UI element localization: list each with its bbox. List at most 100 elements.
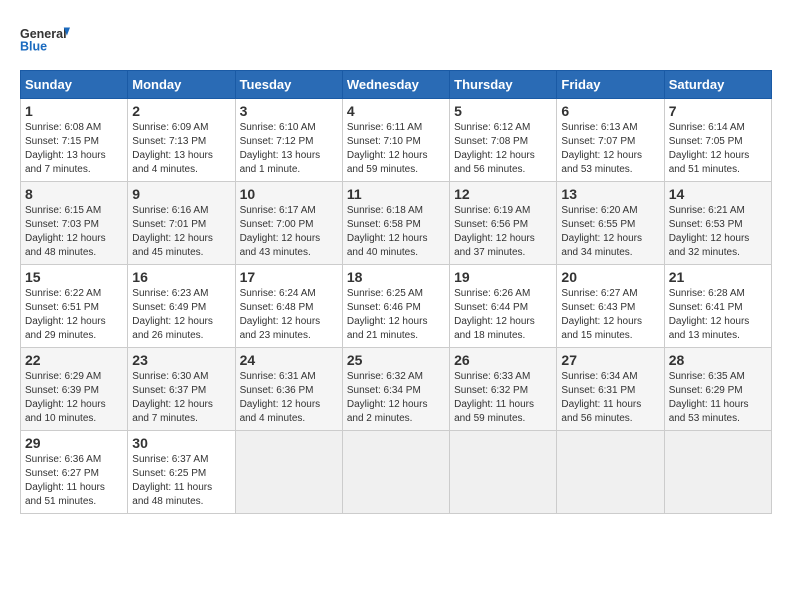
day-cell: 8 Sunrise: 6:15 AMSunset: 7:03 PMDayligh… bbox=[21, 182, 128, 265]
day-number: 28 bbox=[669, 352, 767, 368]
day-detail: Sunrise: 6:15 AMSunset: 7:03 PMDaylight:… bbox=[25, 205, 106, 258]
day-detail: Sunrise: 6:27 AMSunset: 6:43 PMDaylight:… bbox=[561, 288, 642, 341]
day-number: 4 bbox=[347, 103, 445, 119]
day-detail: Sunrise: 6:10 AMSunset: 7:12 PMDaylight:… bbox=[240, 122, 321, 175]
day-number: 9 bbox=[132, 186, 230, 202]
day-header-monday: Monday bbox=[128, 71, 235, 99]
day-detail: Sunrise: 6:32 AMSunset: 6:34 PMDaylight:… bbox=[347, 371, 428, 424]
day-detail: Sunrise: 6:30 AMSunset: 6:37 PMDaylight:… bbox=[132, 371, 213, 424]
day-detail: Sunrise: 6:28 AMSunset: 6:41 PMDaylight:… bbox=[669, 288, 750, 341]
day-cell bbox=[450, 431, 557, 514]
day-number: 6 bbox=[561, 103, 659, 119]
day-cell: 30 Sunrise: 6:37 AMSunset: 6:25 PMDaylig… bbox=[128, 431, 235, 514]
day-cell: 20 Sunrise: 6:27 AMSunset: 6:43 PMDaylig… bbox=[557, 265, 664, 348]
day-cell: 7 Sunrise: 6:14 AMSunset: 7:05 PMDayligh… bbox=[664, 99, 771, 182]
day-number: 8 bbox=[25, 186, 123, 202]
day-detail: Sunrise: 6:36 AMSunset: 6:27 PMDaylight:… bbox=[25, 454, 105, 507]
day-cell: 6 Sunrise: 6:13 AMSunset: 7:07 PMDayligh… bbox=[557, 99, 664, 182]
logo: General Blue bbox=[20, 20, 70, 60]
day-cell: 3 Sunrise: 6:10 AMSunset: 7:12 PMDayligh… bbox=[235, 99, 342, 182]
day-header-wednesday: Wednesday bbox=[342, 71, 449, 99]
day-cell: 16 Sunrise: 6:23 AMSunset: 6:49 PMDaylig… bbox=[128, 265, 235, 348]
day-header-friday: Friday bbox=[557, 71, 664, 99]
day-number: 30 bbox=[132, 435, 230, 451]
calendar-table: SundayMondayTuesdayWednesdayThursdayFrid… bbox=[20, 70, 772, 514]
day-cell: 26 Sunrise: 6:33 AMSunset: 6:32 PMDaylig… bbox=[450, 348, 557, 431]
week-row-4: 22 Sunrise: 6:29 AMSunset: 6:39 PMDaylig… bbox=[21, 348, 772, 431]
day-cell: 25 Sunrise: 6:32 AMSunset: 6:34 PMDaylig… bbox=[342, 348, 449, 431]
day-cell: 19 Sunrise: 6:26 AMSunset: 6:44 PMDaylig… bbox=[450, 265, 557, 348]
day-cell: 10 Sunrise: 6:17 AMSunset: 7:00 PMDaylig… bbox=[235, 182, 342, 265]
day-number: 2 bbox=[132, 103, 230, 119]
day-number: 29 bbox=[25, 435, 123, 451]
day-number: 21 bbox=[669, 269, 767, 285]
day-number: 11 bbox=[347, 186, 445, 202]
day-detail: Sunrise: 6:29 AMSunset: 6:39 PMDaylight:… bbox=[25, 371, 106, 424]
day-detail: Sunrise: 6:21 AMSunset: 6:53 PMDaylight:… bbox=[669, 205, 750, 258]
day-detail: Sunrise: 6:31 AMSunset: 6:36 PMDaylight:… bbox=[240, 371, 321, 424]
day-cell: 15 Sunrise: 6:22 AMSunset: 6:51 PMDaylig… bbox=[21, 265, 128, 348]
day-number: 12 bbox=[454, 186, 552, 202]
svg-text:Blue: Blue bbox=[20, 40, 47, 54]
day-cell: 22 Sunrise: 6:29 AMSunset: 6:39 PMDaylig… bbox=[21, 348, 128, 431]
day-number: 18 bbox=[347, 269, 445, 285]
day-number: 22 bbox=[25, 352, 123, 368]
day-detail: Sunrise: 6:11 AMSunset: 7:10 PMDaylight:… bbox=[347, 122, 428, 175]
day-number: 16 bbox=[132, 269, 230, 285]
day-detail: Sunrise: 6:09 AMSunset: 7:13 PMDaylight:… bbox=[132, 122, 213, 175]
day-number: 5 bbox=[454, 103, 552, 119]
day-cell bbox=[235, 431, 342, 514]
day-cell: 28 Sunrise: 6:35 AMSunset: 6:29 PMDaylig… bbox=[664, 348, 771, 431]
logo-svg: General Blue bbox=[20, 20, 70, 60]
day-detail: Sunrise: 6:26 AMSunset: 6:44 PMDaylight:… bbox=[454, 288, 535, 341]
week-row-3: 15 Sunrise: 6:22 AMSunset: 6:51 PMDaylig… bbox=[21, 265, 772, 348]
day-cell bbox=[557, 431, 664, 514]
day-cell: 29 Sunrise: 6:36 AMSunset: 6:27 PMDaylig… bbox=[21, 431, 128, 514]
day-cell: 1 Sunrise: 6:08 AMSunset: 7:15 PMDayligh… bbox=[21, 99, 128, 182]
day-number: 20 bbox=[561, 269, 659, 285]
day-detail: Sunrise: 6:13 AMSunset: 7:07 PMDaylight:… bbox=[561, 122, 642, 175]
day-number: 7 bbox=[669, 103, 767, 119]
day-detail: Sunrise: 6:23 AMSunset: 6:49 PMDaylight:… bbox=[132, 288, 213, 341]
day-cell: 9 Sunrise: 6:16 AMSunset: 7:01 PMDayligh… bbox=[128, 182, 235, 265]
day-number: 23 bbox=[132, 352, 230, 368]
day-detail: Sunrise: 6:33 AMSunset: 6:32 PMDaylight:… bbox=[454, 371, 534, 424]
day-number: 24 bbox=[240, 352, 338, 368]
day-detail: Sunrise: 6:35 AMSunset: 6:29 PMDaylight:… bbox=[669, 371, 749, 424]
day-detail: Sunrise: 6:08 AMSunset: 7:15 PMDaylight:… bbox=[25, 122, 106, 175]
day-number: 3 bbox=[240, 103, 338, 119]
day-number: 10 bbox=[240, 186, 338, 202]
day-detail: Sunrise: 6:12 AMSunset: 7:08 PMDaylight:… bbox=[454, 122, 535, 175]
day-number: 25 bbox=[347, 352, 445, 368]
day-detail: Sunrise: 6:24 AMSunset: 6:48 PMDaylight:… bbox=[240, 288, 321, 341]
days-header-row: SundayMondayTuesdayWednesdayThursdayFrid… bbox=[21, 71, 772, 99]
day-detail: Sunrise: 6:34 AMSunset: 6:31 PMDaylight:… bbox=[561, 371, 641, 424]
day-number: 15 bbox=[25, 269, 123, 285]
day-number: 1 bbox=[25, 103, 123, 119]
day-number: 17 bbox=[240, 269, 338, 285]
week-row-2: 8 Sunrise: 6:15 AMSunset: 7:03 PMDayligh… bbox=[21, 182, 772, 265]
day-cell: 27 Sunrise: 6:34 AMSunset: 6:31 PMDaylig… bbox=[557, 348, 664, 431]
day-cell: 24 Sunrise: 6:31 AMSunset: 6:36 PMDaylig… bbox=[235, 348, 342, 431]
day-cell: 21 Sunrise: 6:28 AMSunset: 6:41 PMDaylig… bbox=[664, 265, 771, 348]
day-cell: 5 Sunrise: 6:12 AMSunset: 7:08 PMDayligh… bbox=[450, 99, 557, 182]
day-number: 19 bbox=[454, 269, 552, 285]
day-header-sunday: Sunday bbox=[21, 71, 128, 99]
day-cell: 2 Sunrise: 6:09 AMSunset: 7:13 PMDayligh… bbox=[128, 99, 235, 182]
day-detail: Sunrise: 6:16 AMSunset: 7:01 PMDaylight:… bbox=[132, 205, 213, 258]
day-header-tuesday: Tuesday bbox=[235, 71, 342, 99]
week-row-1: 1 Sunrise: 6:08 AMSunset: 7:15 PMDayligh… bbox=[21, 99, 772, 182]
day-cell: 18 Sunrise: 6:25 AMSunset: 6:46 PMDaylig… bbox=[342, 265, 449, 348]
day-detail: Sunrise: 6:22 AMSunset: 6:51 PMDaylight:… bbox=[25, 288, 106, 341]
day-detail: Sunrise: 6:17 AMSunset: 7:00 PMDaylight:… bbox=[240, 205, 321, 258]
day-detail: Sunrise: 6:19 AMSunset: 6:56 PMDaylight:… bbox=[454, 205, 535, 258]
day-cell: 11 Sunrise: 6:18 AMSunset: 6:58 PMDaylig… bbox=[342, 182, 449, 265]
day-cell: 12 Sunrise: 6:19 AMSunset: 6:56 PMDaylig… bbox=[450, 182, 557, 265]
day-cell: 14 Sunrise: 6:21 AMSunset: 6:53 PMDaylig… bbox=[664, 182, 771, 265]
day-detail: Sunrise: 6:14 AMSunset: 7:05 PMDaylight:… bbox=[669, 122, 750, 175]
day-cell: 13 Sunrise: 6:20 AMSunset: 6:55 PMDaylig… bbox=[557, 182, 664, 265]
day-cell bbox=[664, 431, 771, 514]
day-cell bbox=[342, 431, 449, 514]
day-detail: Sunrise: 6:18 AMSunset: 6:58 PMDaylight:… bbox=[347, 205, 428, 258]
week-row-5: 29 Sunrise: 6:36 AMSunset: 6:27 PMDaylig… bbox=[21, 431, 772, 514]
